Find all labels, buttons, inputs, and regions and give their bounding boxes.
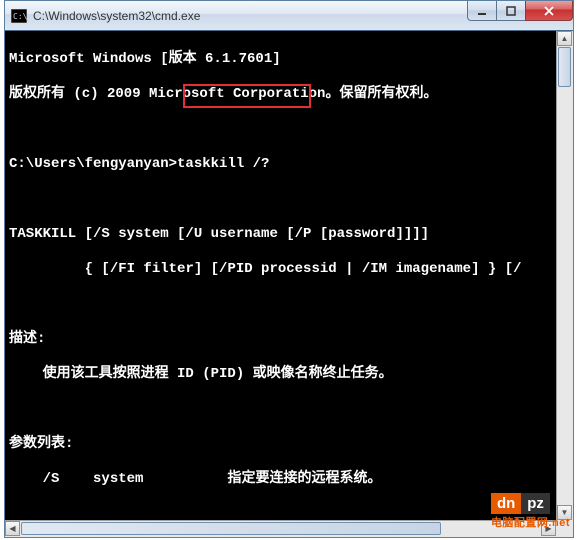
section-header: 描述: xyxy=(9,331,569,349)
prompt: C:\Users\fengyanyan> xyxy=(9,156,177,172)
syntax-line: { [/FI filter] [/PID processid | /IM ima… xyxy=(9,261,569,279)
terminal-content[interactable]: Microsoft Windows [版本 6.1.7601] 版权所有 (c)… xyxy=(5,31,573,537)
maximize-button[interactable] xyxy=(496,1,526,21)
cmd-window: C:\ C:\Windows\system32\cmd.exe Microsof… xyxy=(4,0,574,538)
window-controls xyxy=(468,1,573,30)
watermark: dnpz 电脑配置网.net xyxy=(491,493,570,530)
param-row: /S system 指定要连接的远程系统。 xyxy=(9,471,569,489)
watermark-logo: dn xyxy=(491,493,521,514)
watermark-sub: 电脑配置网.net xyxy=(491,514,570,530)
banner-line: Microsoft Windows [版本 6.1.7601] xyxy=(9,51,569,69)
syntax-line: TASKKILL [/S system [/U username [/P [pa… xyxy=(9,226,569,244)
window-title: C:\Windows\system32\cmd.exe xyxy=(33,9,468,23)
command-input: taskkill /? xyxy=(177,156,269,172)
scroll-thumb-v[interactable] xyxy=(558,47,571,87)
copyright-line: 版权所有 (c) 2009 Microsoft Corporation。保留所有… xyxy=(9,86,569,104)
svg-text:C:\: C:\ xyxy=(13,12,27,21)
close-button[interactable] xyxy=(525,1,573,21)
minimize-button[interactable] xyxy=(467,1,497,21)
horizontal-scrollbar[interactable]: ◀ ▶ xyxy=(5,520,556,537)
scroll-up-button[interactable]: ▲ xyxy=(557,31,572,46)
vertical-scrollbar[interactable]: ▲ ▼ xyxy=(556,31,573,520)
scroll-left-button[interactable]: ◀ xyxy=(5,521,20,536)
cmd-icon: C:\ xyxy=(11,9,27,23)
scroll-thumb-h[interactable] xyxy=(21,522,441,535)
description-text: 使用该工具按照进程 ID (PID) 或映像名称终止任务。 xyxy=(9,366,569,384)
title-bar[interactable]: C:\ C:\Windows\system32\cmd.exe xyxy=(5,1,573,31)
section-header: 参数列表: xyxy=(9,436,569,454)
